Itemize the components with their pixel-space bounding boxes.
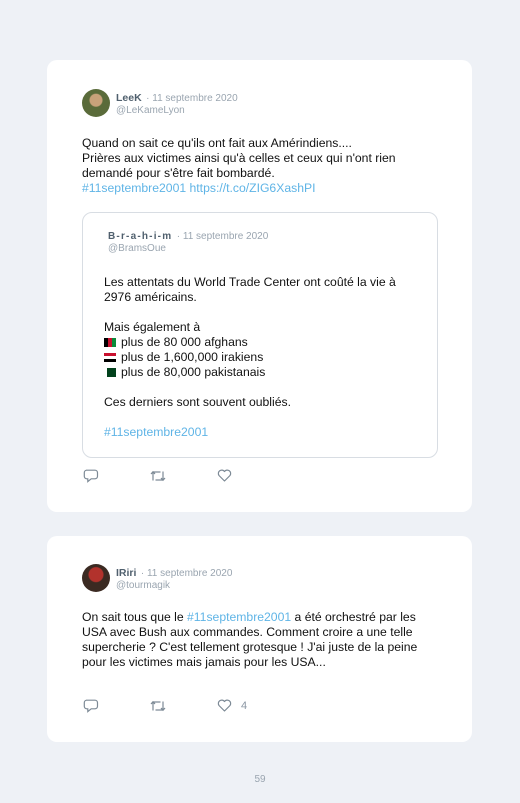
- tweet-card-2: IRiri · 11 septembre 2020 @tourmagik On …: [47, 536, 472, 742]
- retweet-button[interactable]: [149, 469, 167, 483]
- avatar[interactable]: [82, 564, 110, 592]
- tweet-text-part: On sait tous que le: [82, 610, 188, 624]
- url-link[interactable]: https://t.co/ZIG6XashPI: [190, 181, 316, 195]
- quoted-list-item: plus de 1,600,000 irakiens: [121, 350, 264, 364]
- like-button[interactable]: 4: [217, 699, 247, 712]
- tweet-header: IRiri · 11 septembre 2020 @tourmagik: [82, 564, 232, 592]
- author-handle[interactable]: @tourmagik: [116, 580, 232, 592]
- like-icon: [217, 699, 232, 712]
- retweet-icon: [150, 700, 166, 711]
- author-name[interactable]: LeeK: [116, 92, 142, 104]
- quoted-tweet-header: B-r-a-h-i-m · 11 septembre 2020 @BramsOu…: [108, 229, 268, 255]
- quoted-tweet[interactable]: B-r-a-h-i-m · 11 septembre 2020 @BramsOu…: [82, 212, 438, 458]
- tweet-text: On sait tous que le #11septembre2001 a é…: [82, 610, 440, 670]
- retweet-icon: [150, 470, 166, 481]
- tweet-date: · 11 septembre 2020: [146, 93, 238, 104]
- iraq-flag-icon: [104, 353, 116, 362]
- quoted-line: Ces derniers sont souvent oubliés.: [104, 395, 291, 409]
- quoted-author-name[interactable]: B-r-a-h-i-m: [108, 231, 172, 242]
- tweet-line: Quand on sait ce qu'ils ont fait aux Amé…: [82, 136, 352, 150]
- tweet-date: · 11 septembre 2020: [140, 568, 233, 579]
- author-handle[interactable]: @LeKameLyon: [116, 105, 238, 117]
- reply-button[interactable]: [83, 698, 99, 713]
- author-info: LeeK · 11 septembre 2020 @LeKameLyon: [116, 89, 238, 117]
- like-count: 4: [241, 699, 248, 712]
- afghanistan-flag-icon: [104, 338, 116, 347]
- reply-icon: [83, 699, 99, 713]
- tweet-line: Prières aux victimes ainsi qu'à celles e…: [82, 151, 396, 180]
- hashtag-link[interactable]: #11septembre2001: [104, 425, 208, 439]
- tweet-actions: [83, 468, 282, 483]
- reply-button[interactable]: [83, 468, 99, 483]
- tweet-text: Quand on sait ce qu'ils ont fait aux Amé…: [82, 136, 442, 196]
- hashtag-link[interactable]: #11septembre2001: [187, 610, 291, 624]
- quoted-list-item: plus de 80 000 afghans: [121, 335, 248, 349]
- hashtag-link[interactable]: #11septembre2001: [82, 181, 186, 195]
- pakistan-flag-icon: [104, 368, 116, 377]
- reply-icon: [83, 469, 99, 483]
- quoted-list-item: plus de 80,000 pakistanais: [121, 365, 266, 379]
- tweet-header: LeeK · 11 septembre 2020 @LeKameLyon: [82, 89, 238, 117]
- avatar[interactable]: [82, 89, 110, 117]
- retweet-button[interactable]: [149, 699, 167, 713]
- like-button[interactable]: [217, 469, 232, 482]
- author-info: IRiri · 11 septembre 2020 @tourmagik: [116, 564, 232, 592]
- tweet-actions: 4: [83, 698, 297, 713]
- quoted-tweet-text: Les attentats du World Trade Center ont …: [104, 275, 419, 440]
- quoted-line: Les attentats du World Trade Center ont …: [104, 275, 396, 304]
- like-icon: [217, 469, 232, 482]
- quoted-tweet-date: · 11 septembre 2020: [176, 231, 269, 242]
- quoted-author-handle[interactable]: @BramsOue: [108, 243, 268, 255]
- page-number: 59: [254, 774, 266, 785]
- author-name[interactable]: IRiri: [116, 567, 136, 579]
- tweet-card-1: LeeK · 11 septembre 2020 @LeKameLyon Qua…: [47, 60, 472, 512]
- quoted-line: Mais également à: [104, 320, 201, 334]
